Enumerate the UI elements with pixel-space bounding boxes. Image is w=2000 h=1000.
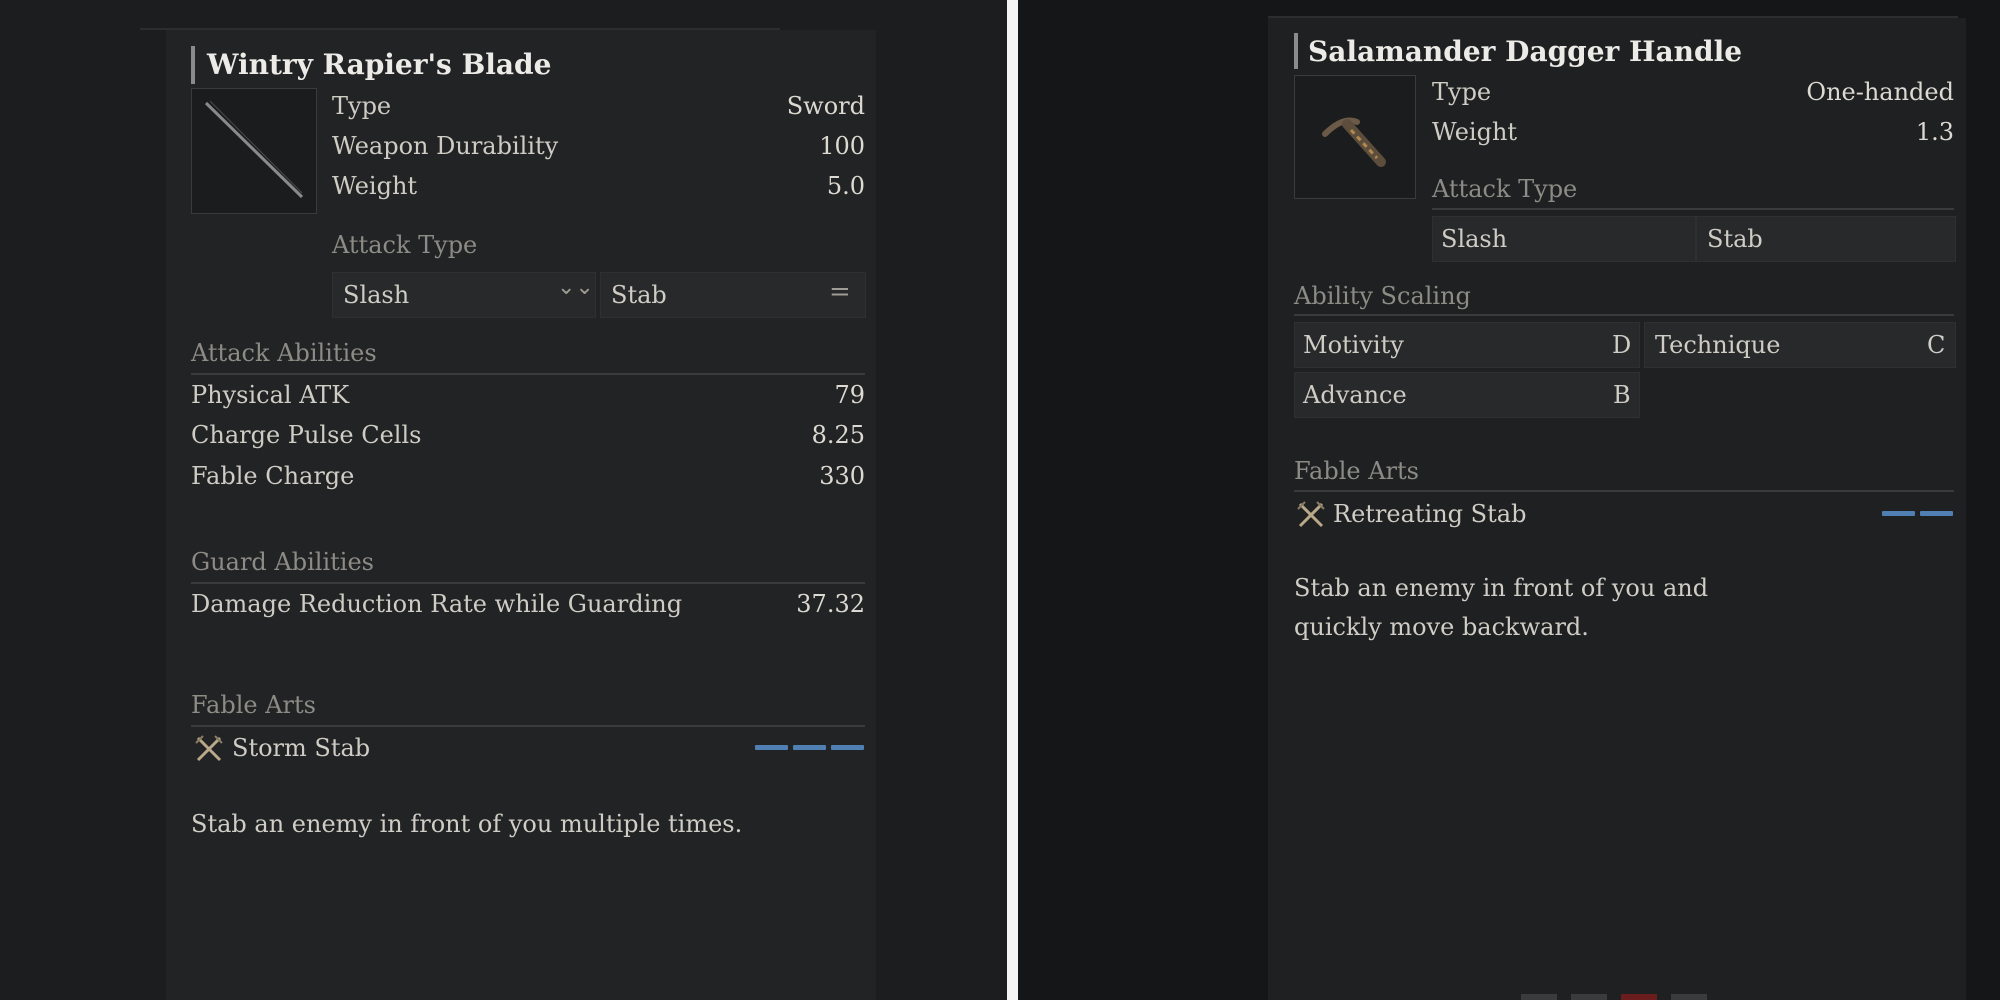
attack-abilities-heading: Attack Abilities (191, 339, 377, 367)
left-stat-value: 5.0 (826, 172, 865, 200)
scaling-motivity: Motivity D (1294, 322, 1640, 368)
right-attack-type-divider (1432, 208, 1954, 210)
right-stat-label: Type (1432, 78, 1492, 106)
scaling-technique: Technique C (1644, 322, 1956, 368)
bottom-indicator (1571, 994, 1607, 1000)
left-item-panel: Wintry Rapier's Blade Type Sword Weapon … (0, 0, 1007, 1000)
right-stat-value: One-handed (1806, 78, 1954, 106)
fable-slot (793, 745, 826, 750)
right-title-accent (1294, 33, 1298, 69)
right-item-title: Salamander Dagger Handle (1308, 35, 1743, 68)
scaling-grade: D (1612, 331, 1632, 359)
bottom-indicator (1521, 994, 1557, 1000)
left-attack-type-slash: Slash ⌄⌄ (332, 272, 596, 318)
left-stat-value: 100 (819, 132, 865, 160)
left-attack-type-stab: Stab = (600, 272, 866, 318)
right-attack-type-heading: Attack Type (1432, 175, 1578, 203)
panel-divider (1007, 0, 1018, 1000)
scaling-grade: B (1613, 381, 1631, 409)
ability-scaling-heading: Ability Scaling (1294, 282, 1471, 310)
chevron-double-down-icon: ⌄⌄ (557, 275, 594, 300)
attack-ability-value: 8.25 (811, 421, 865, 449)
guard-abilities-divider (191, 582, 865, 584)
right-top-rule (1268, 16, 1958, 18)
stab-label: Stab (611, 281, 667, 309)
fable-slot (755, 745, 788, 750)
scaling-grade: C (1927, 331, 1946, 359)
right-attack-type-stab: Stab (1696, 216, 1956, 262)
left-top-rule (140, 28, 780, 30)
left-attack-type-heading: Attack Type (332, 231, 478, 259)
right-stat-value: 1.3 (1915, 118, 1954, 146)
guard-abilities-heading: Guard Abilities (191, 548, 374, 576)
attack-abilities-divider (191, 373, 865, 375)
right-item-panel: Salamander Dagger Handle Type One-handed… (1018, 0, 2000, 1000)
right-fable-art-name: Retreating Stab (1333, 500, 1527, 528)
rapier-blade-icon (191, 88, 317, 214)
attack-ability-label: Physical ATK (191, 381, 350, 409)
right-stat-label: Weight (1432, 118, 1518, 146)
left-fable-arts-heading: Fable Arts (191, 691, 316, 719)
left-stat-label: Weight (332, 172, 418, 200)
stab-label: Stab (1707, 225, 1763, 253)
equals-icon: = (829, 277, 851, 307)
scaling-label: Technique (1655, 331, 1781, 359)
bottom-indicator (1621, 994, 1657, 1000)
left-stat-value: Sword (786, 92, 865, 120)
fable-slot (1882, 511, 1915, 516)
ability-scaling-divider (1294, 314, 1954, 316)
bottom-indicator (1671, 994, 1707, 1000)
left-stat-label: Weapon Durability (332, 132, 559, 160)
scaling-label: Motivity (1303, 331, 1404, 359)
attack-ability-label: Fable Charge (191, 462, 355, 490)
fable-slot (831, 745, 864, 750)
left-title-accent (191, 46, 195, 84)
scaling-advance: Advance B (1294, 372, 1640, 418)
attack-ability-label: Charge Pulse Cells (191, 421, 422, 449)
right-fable-art-description: Stab an enemy in front of you and quickl… (1294, 574, 1709, 641)
right-fable-arts-divider (1294, 490, 1954, 492)
dagger-handle-icon (1294, 75, 1416, 199)
left-fable-art-description: Stab an enemy in front of you multiple t… (191, 810, 743, 838)
left-item-title: Wintry Rapier's Blade (207, 48, 552, 81)
left-stat-label: Type (332, 92, 392, 120)
guard-ability-label: Damage Reduction Rate while Guarding (191, 590, 683, 618)
right-attack-type-slash: Slash (1432, 216, 1696, 262)
scaling-label: Advance (1303, 381, 1407, 409)
attack-ability-value: 330 (819, 462, 865, 490)
left-fable-art-name: Storm Stab (232, 734, 371, 762)
slash-label: Slash (343, 281, 410, 309)
fable-slot (1920, 511, 1953, 516)
crossed-swords-icon (195, 735, 223, 762)
left-fable-arts-divider (191, 725, 865, 727)
attack-ability-value: 79 (834, 381, 865, 409)
right-fable-arts-heading: Fable Arts (1294, 457, 1419, 485)
guard-ability-value: 37.32 (796, 590, 865, 618)
crossed-swords-icon (1297, 501, 1325, 528)
slash-label: Slash (1441, 225, 1508, 253)
